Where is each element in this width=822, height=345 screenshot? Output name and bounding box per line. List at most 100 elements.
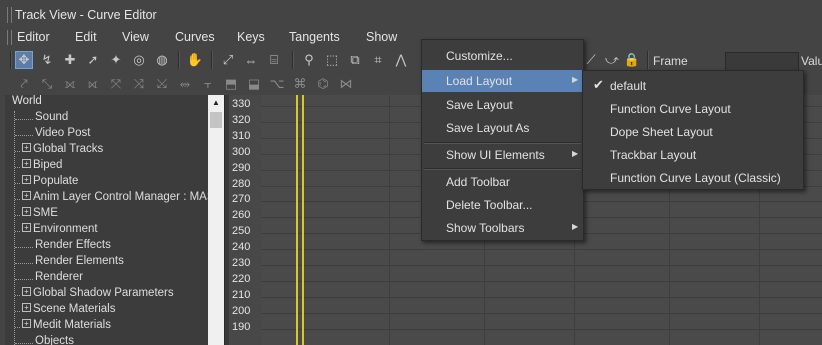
- menu-item-customize[interactable]: Customize...: [422, 45, 583, 67]
- expand-icon[interactable]: +: [22, 223, 31, 232]
- expand-icon[interactable]: +: [22, 287, 31, 296]
- tangent-smooth-icon[interactable]: ⤤: [15, 75, 33, 93]
- menu-item-label: Delete Toolbar...: [446, 198, 533, 212]
- tree-guide: [15, 191, 20, 200]
- pan-hand-icon[interactable]: ✋: [186, 51, 204, 69]
- menu-edit[interactable]: Edit: [75, 30, 97, 44]
- curve-edit-icon[interactable]: ⌥: [268, 75, 286, 93]
- tree-item[interactable]: + Populate: [15, 175, 78, 191]
- zoom-region-icon[interactable]: ⬚: [323, 51, 341, 69]
- tree-guide: [15, 319, 20, 328]
- layout-label: Trackbar Layout: [610, 148, 697, 162]
- tree-item[interactable]: + Global Tracks: [15, 143, 103, 159]
- slide-keys-icon[interactable]: ↯: [38, 51, 56, 69]
- tree-item[interactable]: Objects: [15, 335, 74, 345]
- menu-item-show-ui-elements[interactable]: Show UI Elements ▶: [422, 144, 583, 166]
- menu-curves[interactable]: Curves: [175, 30, 215, 44]
- menu-item-delete-toolbar[interactable]: Delete Toolbar...: [422, 194, 583, 216]
- zoom-horizontal-icon[interactable]: ⇔: [242, 51, 260, 69]
- tree-item[interactable]: Renderer: [15, 271, 83, 287]
- menu-item-show-toolbars[interactable]: Show Toolbars ▶: [422, 217, 583, 239]
- expand-icon[interactable]: +: [22, 159, 31, 168]
- menu-item-add-toolbar[interactable]: Add Toolbar: [422, 171, 583, 193]
- layout-label: Function Curve Layout (Classic): [610, 171, 781, 185]
- curve-spread-icon[interactable]: ⋈: [337, 75, 355, 93]
- tangent-icon[interactable]: ⋀: [392, 51, 410, 69]
- curve-show-icon[interactable]: ⬓: [245, 75, 263, 93]
- expand-icon[interactable]: +: [22, 303, 31, 312]
- tangent-auto-icon[interactable]: ⤻: [603, 51, 621, 69]
- padlock-icon[interactable]: 🔒: [623, 51, 641, 69]
- menu-item-save-layout-as[interactable]: Save Layout As: [422, 117, 583, 139]
- tree-scrollbar[interactable]: ▲: [208, 95, 224, 345]
- expand-icon[interactable]: +: [22, 143, 31, 152]
- tree-item[interactable]: + Medit Materials: [15, 319, 111, 335]
- tree-item[interactable]: + Environment: [15, 223, 98, 239]
- y-tick-label: 280: [232, 177, 251, 190]
- layout-default[interactable]: ✔ default: [583, 74, 803, 96]
- menu-tangents[interactable]: Tangents: [289, 30, 340, 44]
- tree-item[interactable]: Sound: [15, 111, 68, 127]
- lock-icon[interactable]: ◍: [153, 51, 171, 69]
- tangent-slow-icon[interactable]: ⟖: [84, 75, 102, 93]
- layout-function-curve-classic[interactable]: Function Curve Layout (Classic): [583, 166, 803, 188]
- y-tick-label: 260: [232, 209, 251, 222]
- snap-icon[interactable]: ◎: [130, 51, 148, 69]
- isolate-icon[interactable]: ⌗: [369, 51, 387, 69]
- time-slider-line[interactable]: [296, 95, 298, 345]
- zoom-value-icon[interactable]: ⌸: [265, 51, 283, 69]
- expand-icon[interactable]: +: [22, 207, 31, 216]
- scale-keys-icon[interactable]: ✦: [107, 51, 125, 69]
- tree-item[interactable]: +Anim Layer Control Manager : MASTE: [15, 191, 208, 207]
- menu-show[interactable]: Show: [366, 30, 397, 44]
- layout-dope-sheet[interactable]: Dope Sheet Layout: [583, 120, 803, 142]
- tree-item-label: Objects: [35, 335, 74, 345]
- frame-icon[interactable]: ⧉: [346, 51, 364, 69]
- zoom-extents-icon[interactable]: ⤢: [219, 51, 237, 69]
- tangent-custom-icon[interactable]: ⤧: [107, 75, 125, 93]
- zoom-icon[interactable]: ⚲: [300, 51, 318, 69]
- curve-filter-icon[interactable]: ⬒: [222, 75, 240, 93]
- tangent-step-icon[interactable]: ⟋: [582, 51, 600, 69]
- select-icon[interactable]: ➚: [84, 51, 102, 69]
- tree-item[interactable]: + Biped: [15, 159, 62, 175]
- tangent-fast-icon[interactable]: ⟗: [61, 75, 79, 93]
- tree-item[interactable]: Video Post: [15, 127, 90, 143]
- add-keys-icon[interactable]: ✚: [61, 51, 79, 69]
- tangent-unify-icon[interactable]: ⤩: [153, 75, 171, 93]
- toolbar-separator: [647, 51, 649, 69]
- menu-keys[interactable]: Keys: [237, 30, 265, 44]
- tangent-flat-icon[interactable]: ⫟: [199, 75, 217, 93]
- grid-line: [389, 95, 390, 345]
- menu-item-load-layout[interactable]: Load Layout ▶: [422, 70, 583, 92]
- tree-item[interactable]: Render Elements: [15, 255, 124, 271]
- curve-lock-icon[interactable]: ⌬: [314, 75, 332, 93]
- menu-item-label: Customize...: [446, 49, 513, 63]
- grid-line: [261, 328, 822, 330]
- grip-handle[interactable]: [7, 30, 12, 45]
- scroll-up-icon[interactable]: ▲: [208, 95, 224, 111]
- curve-normalize-icon[interactable]: ⌘: [291, 75, 309, 93]
- window-title: Track View - Curve Editor: [15, 8, 157, 22]
- scroll-thumb[interactable]: [210, 112, 222, 128]
- time-slider-line[interactable]: [302, 95, 304, 345]
- tree-item[interactable]: Render Effects: [15, 239, 111, 255]
- menu-editor[interactable]: Editor: [17, 30, 50, 44]
- tree-item[interactable]: + Scene Materials: [15, 303, 115, 319]
- menu-view[interactable]: View: [122, 30, 149, 44]
- frame-field[interactable]: [725, 52, 799, 71]
- tangent-linear-icon[interactable]: ⤡: [38, 75, 56, 93]
- expand-icon[interactable]: +: [22, 319, 31, 328]
- move-keys-icon[interactable]: ✥: [15, 51, 33, 69]
- expand-icon[interactable]: +: [22, 175, 31, 184]
- tangent-break-icon[interactable]: ⤨: [130, 75, 148, 93]
- grip-handle[interactable]: [7, 7, 12, 23]
- menu-item-save-layout[interactable]: Save Layout: [422, 94, 583, 116]
- tree-root-world[interactable]: World: [12, 95, 42, 111]
- expand-icon[interactable]: +: [22, 191, 31, 200]
- tree-item[interactable]: + Global Shadow Parameters: [15, 287, 174, 303]
- tangent-plateau-icon[interactable]: ⥈: [176, 75, 194, 93]
- tree-item[interactable]: + SME: [15, 207, 58, 223]
- layout-function-curve[interactable]: Function Curve Layout: [583, 97, 803, 119]
- layout-trackbar[interactable]: Trackbar Layout: [583, 143, 803, 165]
